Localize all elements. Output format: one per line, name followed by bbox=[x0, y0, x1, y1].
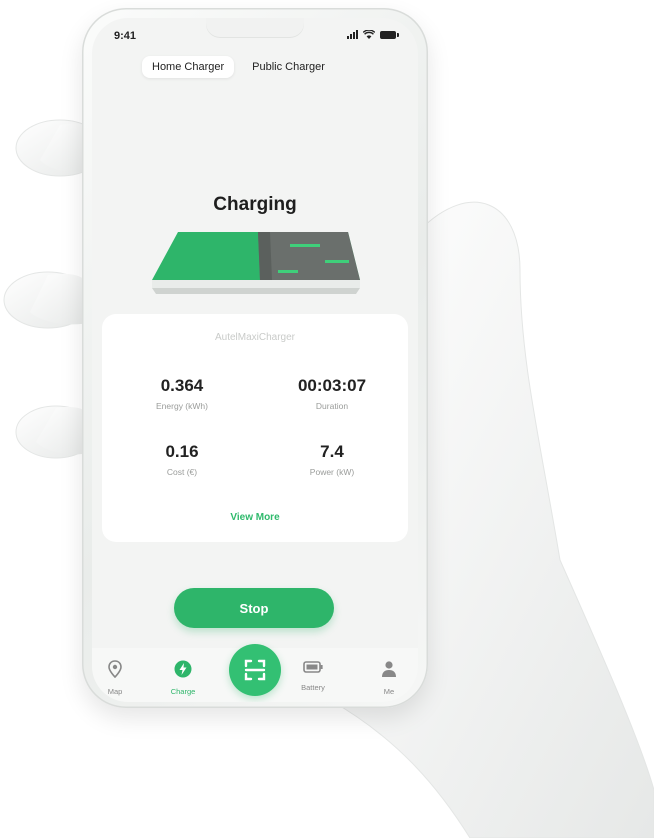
stat-value: 0.364 bbox=[160, 376, 204, 395]
signal-icon bbox=[347, 30, 358, 39]
battery-status-icon bbox=[380, 31, 399, 39]
stat-value: 00:03:07 bbox=[297, 376, 367, 395]
charging-status-title: Charging bbox=[213, 194, 297, 215]
status-time: 9:41 bbox=[114, 30, 137, 42]
nav-label: Battery bbox=[301, 683, 325, 692]
person-icon bbox=[382, 661, 396, 677]
nav-label: Charge bbox=[170, 687, 196, 696]
status-bar: 9:41 bbox=[92, 18, 418, 48]
charger-tabs: Home Charger Public Charger bbox=[142, 56, 335, 78]
stat-energy: 0.364 Energy (kWh) bbox=[122, 376, 242, 411]
scan-icon bbox=[244, 659, 266, 681]
stat-value: 7.4 bbox=[320, 442, 344, 461]
nav-item-battery[interactable]: Battery bbox=[288, 660, 338, 692]
nav-item-charge[interactable]: Charge bbox=[158, 660, 208, 696]
nav-label: Me bbox=[383, 687, 395, 696]
charging-info-card: AutelMaxiCharger 0.364 Energy (kWh) 00:0… bbox=[102, 314, 408, 542]
nav-label: Map bbox=[107, 687, 123, 696]
status-icons bbox=[347, 30, 399, 39]
stat-label: Duration bbox=[315, 401, 349, 411]
nav-item-me[interactable]: Me bbox=[364, 660, 414, 696]
stat-label: Power (kW) bbox=[309, 467, 355, 477]
device-name: AutelMaxiCharger bbox=[214, 332, 296, 343]
bottom-nav: Map Charge Battery Me bbox=[92, 644, 418, 702]
phone-screen: 9:41 Home Charger Public Charger Chargin… bbox=[92, 18, 418, 702]
scan-button[interactable] bbox=[229, 644, 281, 696]
tab-home-charger[interactable]: Home Charger bbox=[142, 56, 235, 78]
stop-button[interactable]: Stop bbox=[174, 588, 334, 628]
stat-duration: 00:03:07 Duration bbox=[272, 376, 392, 411]
map-pin-icon bbox=[108, 660, 122, 679]
tab-public-charger[interactable]: Public Charger bbox=[242, 56, 335, 78]
charge-icon bbox=[174, 660, 192, 678]
view-more-link[interactable]: View More bbox=[102, 512, 408, 523]
stat-label: Energy (kWh) bbox=[156, 401, 208, 411]
nav-item-map[interactable]: Map bbox=[92, 660, 140, 696]
wifi-icon bbox=[363, 30, 375, 39]
charger-illustration bbox=[152, 232, 360, 294]
stat-label: Cost (€) bbox=[166, 467, 198, 477]
stat-power: 7.4 Power (kW) bbox=[272, 442, 392, 477]
stat-cost: 0.16 Cost (€) bbox=[122, 442, 242, 477]
stat-value: 0.16 bbox=[165, 442, 199, 461]
battery-icon bbox=[303, 661, 323, 673]
